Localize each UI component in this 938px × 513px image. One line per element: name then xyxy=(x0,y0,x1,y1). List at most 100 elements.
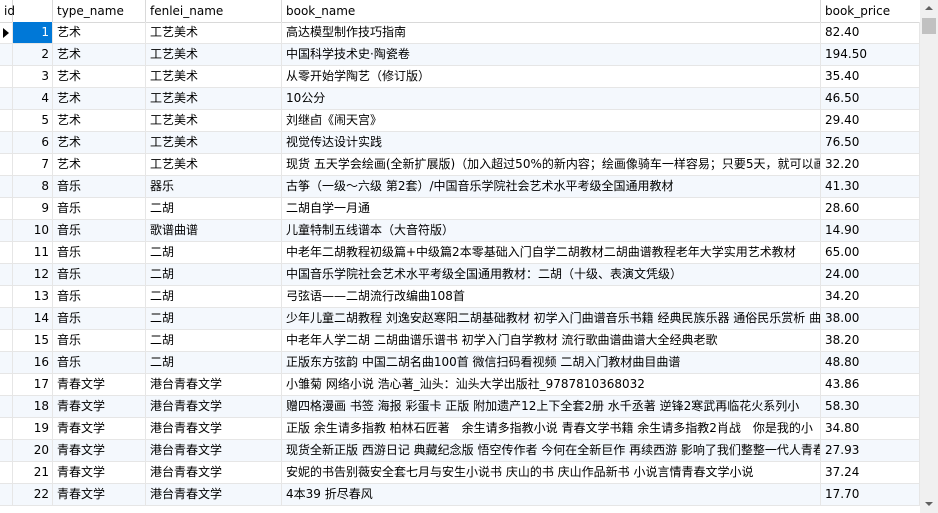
cell-book-price[interactable]: 14.90 xyxy=(821,220,920,241)
table-row[interactable]: 14 音乐 二胡 少年儿童二胡教程 刘逸安赵寒阳二胡基础教材 初学入门曲谱音乐书籍 经… xyxy=(0,308,920,330)
cell-fenlei-name[interactable]: 二胡 xyxy=(146,198,282,219)
cell-type-name[interactable]: 艺术 xyxy=(53,132,146,153)
row-indicator[interactable] xyxy=(0,308,13,329)
cell-id[interactable]: 7 xyxy=(13,154,53,175)
cell-fenlei-name[interactable]: 二胡 xyxy=(146,352,282,373)
cell-fenlei-name[interactable]: 二胡 xyxy=(146,308,282,329)
row-indicator[interactable] xyxy=(0,286,13,307)
cell-type-name[interactable]: 青春文学 xyxy=(53,462,146,483)
cell-book-name[interactable]: 古筝（一级～六级 第2套）/中国音乐学院社会艺术水平考级全国通用教材 xyxy=(282,176,821,197)
cell-id[interactable]: 21 xyxy=(13,462,53,483)
row-indicator[interactable] xyxy=(0,242,13,263)
cell-id[interactable]: 1 xyxy=(13,22,53,43)
cell-type-name[interactable]: 青春文学 xyxy=(53,374,146,395)
cell-book-name[interactable]: 正版东方弦韵 中国二胡名曲100首 微信扫码看视频 二胡入门教材曲目曲谱 xyxy=(282,352,821,373)
cell-book-price[interactable]: 24.00 xyxy=(821,264,920,285)
cell-type-name[interactable]: 音乐 xyxy=(53,308,146,329)
row-indicator[interactable] xyxy=(0,66,13,87)
table-row[interactable]: 19 青春文学 港台青春文学 正版 余生请多指教 柏林石匠著 余生请多指教小说 青春文… xyxy=(0,418,920,440)
cell-type-name[interactable]: 音乐 xyxy=(53,264,146,285)
cell-book-name[interactable]: 中老年二胡教程初级篇+中级篇2本零基础入门自学二胡教材二胡曲谱教程老年大学实用艺… xyxy=(282,242,821,263)
table-row[interactable]: 3 艺术 工艺美术 从零开始学陶艺（修订版） 35.40 xyxy=(0,66,920,88)
table-row[interactable]: 7 艺术 工艺美术 现货 五天学会绘画(全新扩展版)（加入超过50%的新内容；绘画像骑… xyxy=(0,154,920,176)
cell-book-name[interactable]: 弓弦语——二胡流行改编曲108首 xyxy=(282,286,821,307)
cell-book-price[interactable]: 29.40 xyxy=(821,110,920,131)
cell-book-price[interactable]: 82.40 xyxy=(821,22,920,43)
cell-book-price[interactable]: 65.00 xyxy=(821,242,920,263)
cell-fenlei-name[interactable]: 港台青春文学 xyxy=(146,374,282,395)
cell-id[interactable]: 18 xyxy=(13,396,53,417)
row-indicator[interactable] xyxy=(0,22,13,43)
cell-book-price[interactable]: 27.93 xyxy=(821,440,920,461)
cell-book-price[interactable]: 37.24 xyxy=(821,462,920,483)
cell-id[interactable]: 16 xyxy=(13,352,53,373)
cell-fenlei-name[interactable]: 二胡 xyxy=(146,286,282,307)
cell-book-price[interactable]: 43.86 xyxy=(821,374,920,395)
results-grid[interactable]: id type_name fenlei_name book_name book_… xyxy=(0,0,920,513)
cell-book-name[interactable]: 儿童特制五线谱本（大音符版） xyxy=(282,220,821,241)
row-indicator[interactable] xyxy=(0,418,13,439)
cell-book-name[interactable]: 二胡自学一月通 xyxy=(282,198,821,219)
column-header-type-name[interactable]: type_name xyxy=(53,0,146,22)
cell-fenlei-name[interactable]: 二胡 xyxy=(146,330,282,351)
cell-id[interactable]: 8 xyxy=(13,176,53,197)
cell-id[interactable]: 3 xyxy=(13,66,53,87)
cell-type-name[interactable]: 青春文学 xyxy=(53,396,146,417)
cell-id[interactable]: 2 xyxy=(13,44,53,65)
cell-type-name[interactable]: 艺术 xyxy=(53,22,146,43)
table-row[interactable]: 13 音乐 二胡 弓弦语——二胡流行改编曲108首 34.20 xyxy=(0,286,920,308)
cell-type-name[interactable]: 青春文学 xyxy=(53,440,146,461)
cell-book-name[interactable]: 小雏菊 网络小说 浩心著_汕头：汕头大学出版社_9787810368032 xyxy=(282,374,821,395)
cell-book-name[interactable]: 少年儿童二胡教程 刘逸安赵寒阳二胡基础教材 初学入门曲谱音乐书籍 经典民族乐器 … xyxy=(282,308,821,329)
cell-book-price[interactable]: 41.30 xyxy=(821,176,920,197)
cell-book-price[interactable]: 76.50 xyxy=(821,132,920,153)
table-row[interactable]: 22 青春文学 港台青春文学 4本39 折尽春风 17.70 xyxy=(0,484,920,506)
row-indicator[interactable] xyxy=(0,132,13,153)
cell-type-name[interactable]: 艺术 xyxy=(53,66,146,87)
table-row[interactable]: 4 艺术 工艺美术 10公分 46.50 xyxy=(0,88,920,110)
table-row[interactable]: 9 音乐 二胡 二胡自学一月通 28.60 xyxy=(0,198,920,220)
cell-book-name[interactable]: 视觉传达设计实践 xyxy=(282,132,821,153)
cell-book-price[interactable]: 58.30 xyxy=(821,396,920,417)
row-indicator[interactable] xyxy=(0,396,13,417)
cell-fenlei-name[interactable]: 器乐 xyxy=(146,176,282,197)
cell-id[interactable]: 4 xyxy=(13,88,53,109)
table-row[interactable]: 10 音乐 歌谱曲谱 儿童特制五线谱本（大音符版） 14.90 xyxy=(0,220,920,242)
cell-book-name[interactable]: 正版 余生请多指教 柏林石匠著 余生请多指教小说 青春文学书籍 余生请多指教2肖… xyxy=(282,418,821,439)
cell-book-name[interactable]: 赠四格漫画 书签 海报 彩蛋卡 正版 附加遗产12上下全套2册 水千丞著 逆锋2… xyxy=(282,396,821,417)
cell-fenlei-name[interactable]: 工艺美术 xyxy=(146,132,282,153)
cell-book-price[interactable]: 35.40 xyxy=(821,66,920,87)
cell-book-name[interactable]: 高达模型制作技巧指南 xyxy=(282,22,821,43)
row-indicator[interactable] xyxy=(0,484,13,505)
cell-book-price[interactable]: 38.20 xyxy=(821,330,920,351)
row-indicator[interactable] xyxy=(0,176,13,197)
cell-id[interactable]: 6 xyxy=(13,132,53,153)
table-row[interactable]: 17 青春文学 港台青春文学 小雏菊 网络小说 浩心著_汕头：汕头大学出版社_9787… xyxy=(0,374,920,396)
cell-book-name[interactable]: 现货全新正版 西游日记 典藏纪念版 悟空传作者 今何在全新巨作 再续西游 影响了… xyxy=(282,440,821,461)
row-indicator[interactable] xyxy=(0,264,13,285)
cell-fenlei-name[interactable]: 工艺美术 xyxy=(146,88,282,109)
cell-book-name[interactable]: 4本39 折尽春风 xyxy=(282,484,821,505)
cell-fenlei-name[interactable]: 港台青春文学 xyxy=(146,396,282,417)
cell-id[interactable]: 11 xyxy=(13,242,53,263)
vertical-scrollbar[interactable] xyxy=(920,0,938,513)
cell-book-price[interactable]: 34.20 xyxy=(821,286,920,307)
cell-fenlei-name[interactable]: 二胡 xyxy=(146,264,282,285)
cell-fenlei-name[interactable]: 二胡 xyxy=(146,242,282,263)
cell-book-name[interactable]: 安妮的书告别薇安全套七月与安生小说书 庆山的书 庆山作品新书 小说言情青春文学小… xyxy=(282,462,821,483)
cell-fenlei-name[interactable]: 港台青春文学 xyxy=(146,440,282,461)
table-row[interactable]: 20 青春文学 港台青春文学 现货全新正版 西游日记 典藏纪念版 悟空传作者 今何在全… xyxy=(0,440,920,462)
scroll-thumb[interactable] xyxy=(922,18,936,34)
cell-book-price[interactable]: 38.00 xyxy=(821,308,920,329)
table-row[interactable]: 15 音乐 二胡 中老年人学二胡 二胡曲谱乐谱书 初学入门自学教材 流行歌曲谱曲谱大全… xyxy=(0,330,920,352)
table-row[interactable]: 21 青春文学 港台青春文学 安妮的书告别薇安全套七月与安生小说书 庆山的书 庆山作品… xyxy=(0,462,920,484)
cell-id[interactable]: 13 xyxy=(13,286,53,307)
cell-id[interactable]: 22 xyxy=(13,484,53,505)
column-header-book-price[interactable]: book_price xyxy=(821,0,920,22)
table-row[interactable]: 2 艺术 工艺美术 中国科学技术史·陶瓷卷 194.50 xyxy=(0,44,920,66)
row-indicator[interactable] xyxy=(0,154,13,175)
cell-type-name[interactable]: 音乐 xyxy=(53,220,146,241)
cell-type-name[interactable]: 艺术 xyxy=(53,154,146,175)
cell-type-name[interactable]: 音乐 xyxy=(53,242,146,263)
table-row[interactable]: 16 音乐 二胡 正版东方弦韵 中国二胡名曲100首 微信扫码看视频 二胡入门教材曲目… xyxy=(0,352,920,374)
